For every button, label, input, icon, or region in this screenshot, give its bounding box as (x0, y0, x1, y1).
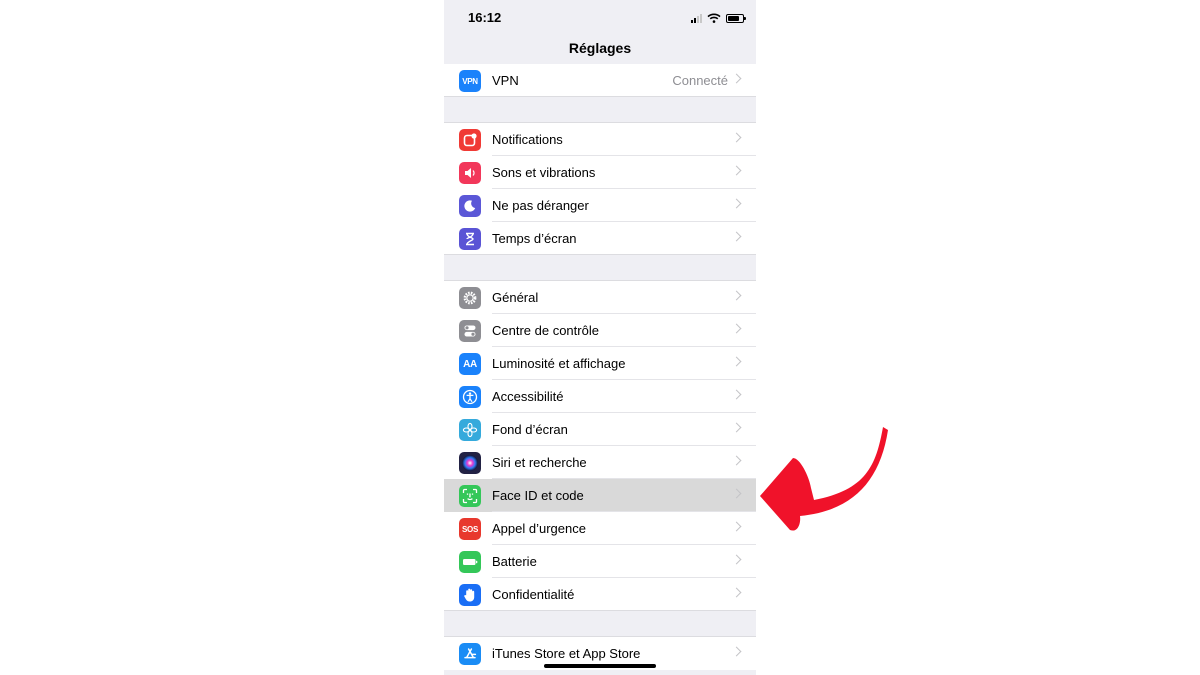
settings-row-centre-de-controle[interactable]: Centre de contrôle (444, 314, 756, 347)
group-separator (444, 96, 756, 97)
moon-icon (459, 195, 481, 217)
chevron-right-icon (731, 587, 742, 598)
status-icons (691, 11, 746, 23)
chevron-right-icon (731, 646, 742, 657)
icon-glyph-text: SOS (462, 524, 478, 534)
settings-row-label: Luminosité et affichage (492, 356, 626, 371)
settings-row-notifications[interactable]: Notifications (444, 123, 756, 156)
hand-icon (459, 584, 481, 606)
speaker-icon (459, 162, 481, 184)
settings-row-label: Général (492, 290, 539, 305)
chevron-right-icon (731, 231, 742, 242)
settings-row-fond-d-ecran[interactable]: Fond d’écran (444, 413, 756, 446)
chevron-right-icon (731, 323, 742, 334)
settings-row-label: Siri et recherche (492, 455, 587, 470)
settings-row-vpn[interactable]: VPN VPN Connecté (444, 64, 756, 97)
status-time: 16:12 (468, 10, 502, 25)
chevron-right-icon (731, 554, 742, 565)
page-title: Réglages (568, 40, 632, 56)
settings-row-face-id-et-code[interactable]: Face ID et code (444, 479, 756, 512)
settings-row-label: Ne pas déranger (492, 198, 589, 213)
icon-glyph-text: VPN (462, 76, 478, 86)
chevron-right-icon (731, 455, 742, 466)
vpn-icon: VPN (459, 70, 481, 92)
settings-row-general[interactable]: Général (444, 281, 756, 314)
gear-icon (459, 287, 481, 309)
flower-icon (459, 419, 481, 441)
pointer-arrow-annotation (760, 427, 888, 531)
wifi-icon (707, 13, 721, 23)
chevron-right-icon (731, 290, 742, 301)
battery-status-icon (726, 14, 746, 23)
accessibility-icon (459, 386, 481, 408)
group-separator (444, 254, 756, 255)
icon-glyph-text: AA (463, 358, 477, 370)
chevron-right-icon (731, 422, 742, 433)
settings-row-label: VPN (492, 73, 519, 88)
sos-icon: SOS (459, 518, 481, 540)
cellular-signal-icon (691, 13, 702, 23)
settings-row-siri-et-recherche[interactable]: Siri et recherche (444, 446, 756, 479)
settings-row-accessibilite[interactable]: Accessibilité (444, 380, 756, 413)
siri-icon (459, 452, 481, 474)
hourglass-icon (459, 228, 481, 250)
chevron-right-icon (731, 389, 742, 400)
chevron-right-icon (731, 521, 742, 532)
settings-row-confidentialite[interactable]: Confidentialité (444, 578, 756, 611)
settings-row-temps-d-ecran[interactable]: Temps d’écran (444, 222, 756, 255)
toggles-icon (459, 320, 481, 342)
settings-row-value: Connecté (672, 73, 728, 88)
chevron-right-icon (731, 132, 742, 143)
notifications-icon (459, 129, 481, 151)
settings-row-luminosite-et-affichage[interactable]: AA Luminosité et affichage (444, 347, 756, 380)
chevron-right-icon (731, 356, 742, 367)
settings-row-label: Centre de contrôle (492, 323, 599, 338)
chevron-right-icon (731, 198, 742, 209)
app-store-icon (459, 643, 481, 665)
group-separator (444, 610, 756, 611)
chevron-right-icon (731, 165, 742, 176)
text-size-icon: AA (459, 353, 481, 375)
battery-icon (459, 551, 481, 573)
settings-row-ne-pas-deranger[interactable]: Ne pas déranger (444, 189, 756, 222)
status-bar: 16:12 (444, 0, 756, 36)
face-id-icon (459, 485, 481, 507)
settings-row-appel-d-urgence[interactable]: SOS Appel d’urgence (444, 512, 756, 545)
settings-screen: 16:12 Réglages VPN VPN Connecté Notificatio… (444, 0, 756, 675)
settings-row-label: iTunes Store et App Store (492, 646, 641, 661)
settings-row-label: Batterie (492, 554, 537, 569)
settings-row-label: Temps d’écran (492, 231, 577, 246)
settings-row-label: Notifications (492, 132, 563, 147)
settings-row-sons-et-vibrations[interactable]: Sons et vibrations (444, 156, 756, 189)
home-indicator[interactable] (544, 664, 656, 668)
settings-row-label: Sons et vibrations (492, 165, 596, 180)
settings-row-label: Appel d’urgence (492, 521, 586, 536)
settings-row-label: Face ID et code (492, 488, 584, 503)
chevron-right-icon (731, 73, 742, 84)
settings-row-label: Accessibilité (492, 389, 564, 404)
settings-row-label: Fond d’écran (492, 422, 568, 437)
settings-row-label: Confidentialité (492, 587, 575, 602)
settings-row-batterie[interactable]: Batterie (444, 545, 756, 578)
chevron-right-icon (731, 488, 742, 499)
